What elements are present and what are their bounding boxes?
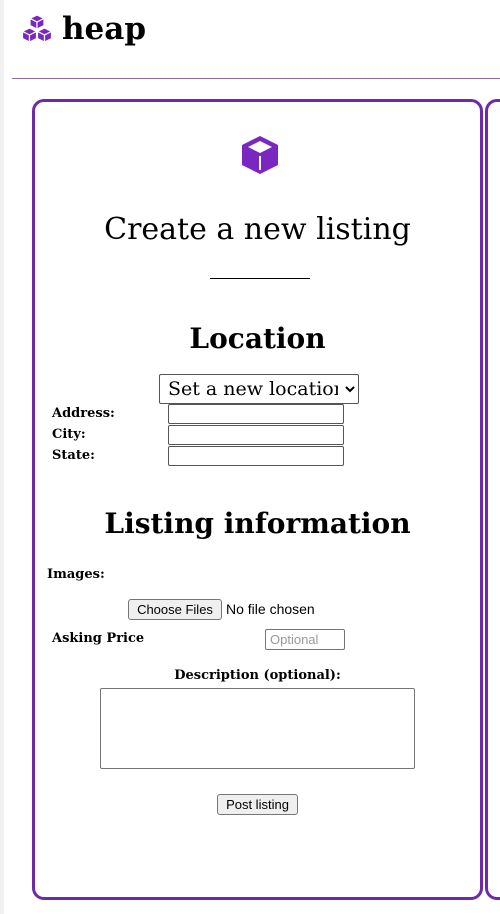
asking-price-input[interactable] [265,629,345,650]
box-icon [242,136,278,174]
listing-info-heading: Listing information [104,507,411,540]
adjacent-card-edge [485,99,500,900]
post-listing-button[interactable]: Post listing [217,794,298,815]
cubes-logo-icon[interactable] [21,14,53,44]
asking-price-label: Asking Price [52,631,145,646]
page-left-rail [0,0,4,914]
site-header: heap [0,0,500,78]
state-field[interactable] [168,446,344,466]
choose-files-button[interactable]: Choose Files [128,599,222,620]
description-textarea[interactable] [100,688,415,769]
city-label: City: [52,427,86,442]
header-divider [12,78,500,79]
file-status-text: No file chosen [226,601,315,617]
location-select[interactable]: Set a new location [159,374,359,404]
address-field[interactable] [168,404,344,424]
description-label: Description (optional): [174,668,341,683]
page-title: Create a new listing [104,212,411,247]
title-underline [210,278,310,279]
site-logo-text[interactable]: heap [62,10,146,48]
location-heading: Location [189,322,326,355]
images-label: Images: [47,567,105,582]
address-label: Address: [52,406,115,421]
state-label: State: [52,448,95,463]
city-field[interactable] [168,425,344,445]
create-listing-card: Create a new listing Location Set a new … [32,99,483,900]
